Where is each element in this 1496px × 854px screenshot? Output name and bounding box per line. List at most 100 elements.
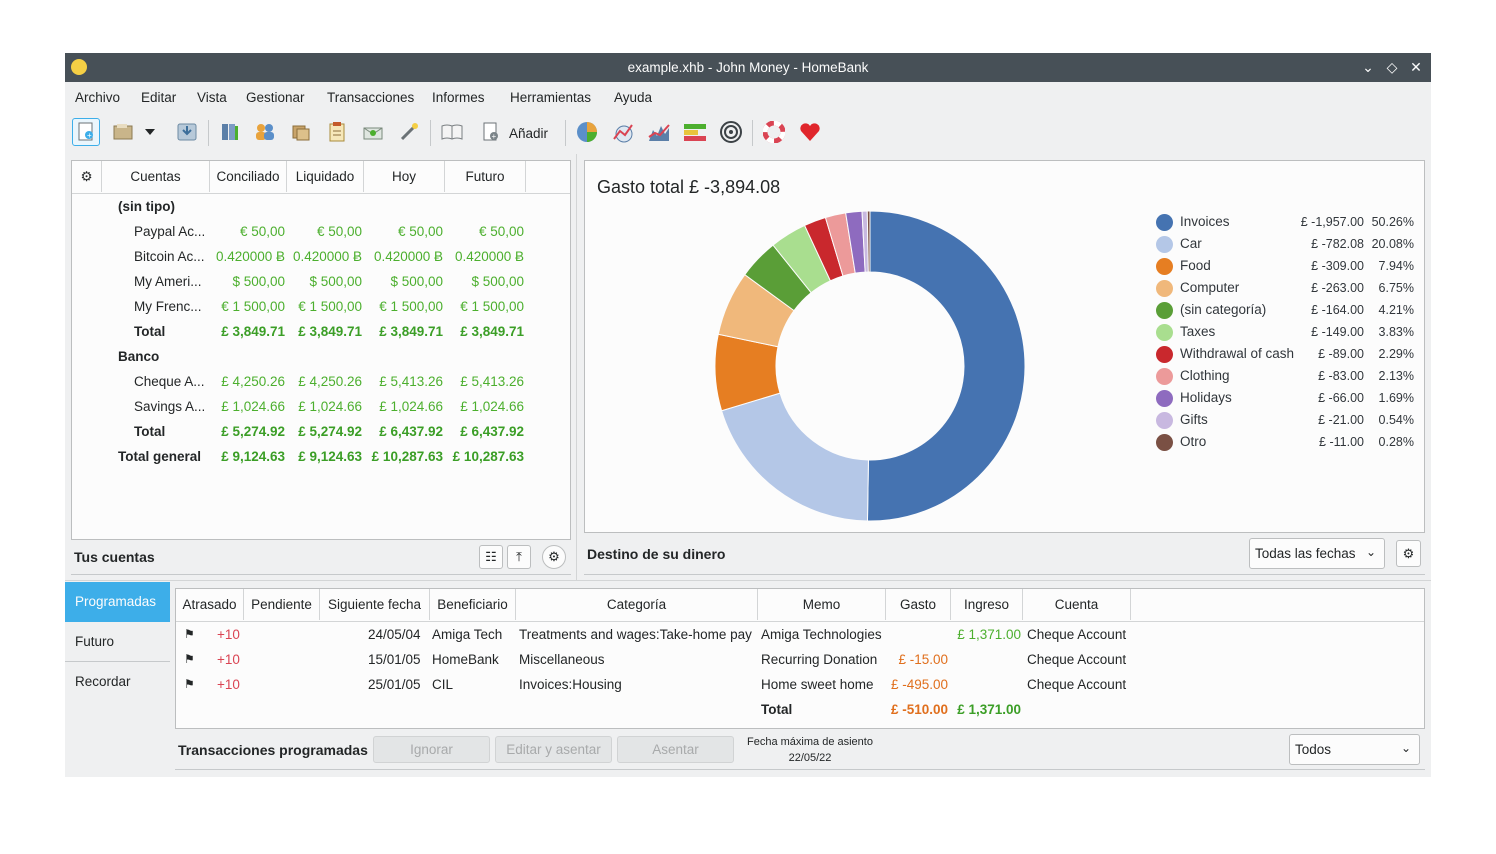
tab-programadas[interactable]: Programadas	[65, 582, 170, 622]
edit-post-button[interactable]: Editar y asentar	[495, 736, 612, 763]
account-value: £ 1,024.66	[379, 399, 443, 414]
legend-item[interactable]: Holidays £ -66.00 1.69%	[1156, 388, 1426, 410]
account-row[interactable]: Paypal Ac... € 50,00 € 50,00 € 50,00 € 50,00	[72, 219, 570, 244]
scheduled-filter-select[interactable]: Todos ⌄	[1289, 734, 1420, 765]
donate-heart-icon[interactable]	[796, 118, 824, 146]
accounts-icon[interactable]	[216, 118, 244, 146]
add-transaction-icon[interactable]: +	[477, 118, 505, 146]
col-futuro[interactable]: Futuro	[445, 161, 526, 192]
account-row[interactable]: Bitcoin Ac... 0.420000 Ƀ 0.420000 Ƀ 0.42000…	[72, 244, 570, 269]
total-value: £ 3,849.71	[221, 324, 285, 339]
payee: HomeBank	[432, 652, 499, 667]
close-icon[interactable]: ✕	[1407, 58, 1425, 76]
account-group-row[interactable]: Banco	[72, 344, 570, 369]
collapse-all-icon[interactable]: ⤒	[507, 545, 531, 569]
menu-informes[interactable]: Informes	[432, 90, 485, 105]
scheduled-row[interactable]: ⚑ +10 15/01/05 HomeBank Miscellaneous Recurri…	[176, 647, 1426, 672]
legend-label: Holidays	[1180, 390, 1232, 405]
minimize-icon[interactable]: ⌄	[1359, 58, 1377, 76]
legend-percent: 0.28%	[1378, 435, 1414, 449]
vehicle-cost-icon[interactable]	[717, 118, 745, 146]
menu-gestionar[interactable]: Gestionar	[246, 90, 305, 105]
archives-icon[interactable]	[359, 118, 387, 146]
payees-icon[interactable]	[251, 118, 279, 146]
col-liquidado[interactable]: Liquidado	[287, 161, 364, 192]
maximize-icon[interactable]: ◇	[1383, 58, 1401, 76]
scheduled-row[interactable]: ⚑ +10 24/05/04 Amiga Tech Treatments and wag…	[176, 622, 1426, 647]
col-cuentas[interactable]: Cuentas	[102, 161, 210, 192]
grand-total-row[interactable]: Total general £ 9,124.63 £ 9,124.63 £ 10,28…	[72, 444, 570, 469]
payee: Amiga Tech	[432, 627, 503, 642]
legend-item[interactable]: Food £ -309.00 7.94%	[1156, 256, 1426, 278]
help-lifebuoy-icon[interactable]	[760, 118, 788, 146]
col-cuenta[interactable]: Cuenta	[1023, 589, 1131, 620]
account: Cheque Account	[1027, 677, 1127, 692]
menu-editar[interactable]: Editar	[141, 90, 176, 105]
donut-slice-car[interactable]	[720, 392, 869, 522]
legend-item[interactable]: Invoices £ -1,957.00 50.26%	[1156, 212, 1426, 234]
legend-item[interactable]: Taxes £ -149.00 3.83%	[1156, 322, 1426, 344]
grand-total-label: Total general	[118, 449, 202, 464]
col-ingreso[interactable]: Ingreso	[951, 589, 1023, 620]
new-file-icon[interactable]: +	[72, 118, 100, 146]
ledger-book-icon[interactable]	[438, 118, 466, 146]
account-value: £ 4,250.26	[298, 374, 362, 389]
tab-futuro[interactable]: Futuro	[65, 622, 170, 662]
account-value: 0.420000 Ƀ	[215, 249, 285, 264]
legend-item[interactable]: (sin categoría) £ -164.00 4.21%	[1156, 300, 1426, 322]
budget-report-icon[interactable]	[681, 118, 709, 146]
date-range-select[interactable]: Todas las fechas ⌄	[1249, 538, 1385, 569]
col-siguiente-fecha[interactable]: Siguiente fecha	[320, 589, 430, 620]
reminder-icon: ⚑	[184, 652, 195, 666]
legend-item[interactable]: Computer £ -263.00 6.75%	[1156, 278, 1426, 300]
account-total-row[interactable]: Total £ 5,274.92 £ 5,274.92 £ 6,437.92 £ 6,4…	[72, 419, 570, 444]
legend-amount: £ -263.00	[1311, 281, 1364, 295]
chart-settings-icon[interactable]: ⚙	[1396, 540, 1421, 567]
balance-report-icon[interactable]	[645, 118, 673, 146]
col-categoria[interactable]: Categoría	[516, 589, 758, 620]
columns-settings-icon[interactable]: ⚙	[72, 161, 102, 192]
late-count: +10	[217, 677, 240, 692]
col-hoy[interactable]: Hoy	[364, 161, 445, 192]
scheduled-row[interactable]: ⚑ +10 25/01/05 CIL Invoices:Housing Home swee…	[176, 672, 1426, 697]
legend-item[interactable]: Car £ -782.08 20.08%	[1156, 234, 1426, 256]
tab-recordar[interactable]: Recordar	[65, 662, 170, 702]
statistics-pie-icon[interactable]	[573, 118, 601, 146]
dropdown-arrow-icon[interactable]	[141, 118, 159, 146]
assign-wand-icon[interactable]	[395, 118, 423, 146]
col-pendiente[interactable]: Pendiente	[244, 589, 320, 620]
open-file-icon[interactable]	[109, 118, 137, 146]
account-total-row[interactable]: Total £ 3,849.71 £ 3,849.71 £ 3,849.71 £ 3,8…	[72, 319, 570, 344]
menu-ayuda[interactable]: Ayuda	[614, 90, 652, 105]
account-row[interactable]: Cheque A... £ 4,250.26 £ 4,250.26 £ 5,413.2…	[72, 369, 570, 394]
legend-item[interactable]: Otro £ -11.00 0.28%	[1156, 432, 1426, 454]
category: Treatments and wages:Take-home pay	[519, 627, 752, 642]
menu-vista[interactable]: Vista	[197, 90, 227, 105]
col-atrasado[interactable]: Atrasado	[176, 589, 244, 620]
col-gasto[interactable]: Gasto	[886, 589, 951, 620]
col-beneficiario[interactable]: Beneficiario	[430, 589, 516, 620]
account-row[interactable]: My Ameri... $ 500,00 $ 500,00 $ 500,00 $ 500…	[72, 269, 570, 294]
trend-time-icon[interactable]	[609, 118, 637, 146]
legend-item[interactable]: Withdrawal of cash £ -89.00 2.29%	[1156, 344, 1426, 366]
account-row[interactable]: Savings A... £ 1,024.66 £ 1,024.66 £ 1,024.…	[72, 394, 570, 419]
budget-icon[interactable]	[323, 118, 351, 146]
post-button[interactable]: Asentar	[617, 736, 734, 763]
col-conciliado[interactable]: Conciliado	[210, 161, 287, 192]
add-label[interactable]: Añadir	[509, 126, 548, 141]
account-row[interactable]: My Frenc... € 1 500,00 € 1 500,00 € 1 500,0…	[72, 294, 570, 319]
menu-transacciones[interactable]: Transacciones	[327, 90, 414, 105]
account-group-row[interactable]: (sin tipo)	[72, 194, 570, 219]
accounts-settings-icon[interactable]: ⚙	[542, 545, 566, 569]
save-icon[interactable]	[173, 118, 201, 146]
legend-item[interactable]: Gifts £ -21.00 0.54%	[1156, 410, 1426, 432]
skip-button[interactable]: Ignorar	[373, 736, 490, 763]
account-value: £ 5,413.26	[460, 374, 524, 389]
categories-icon[interactable]	[287, 118, 315, 146]
expand-all-icon[interactable]: ☷	[479, 545, 503, 569]
donut-slice-invoices[interactable]	[866, 210, 1026, 522]
legend-item[interactable]: Clothing £ -83.00 2.13%	[1156, 366, 1426, 388]
menu-archivo[interactable]: Archivo	[75, 90, 120, 105]
col-memo[interactable]: Memo	[758, 589, 886, 620]
menu-herramientas[interactable]: Herramientas	[510, 90, 591, 105]
